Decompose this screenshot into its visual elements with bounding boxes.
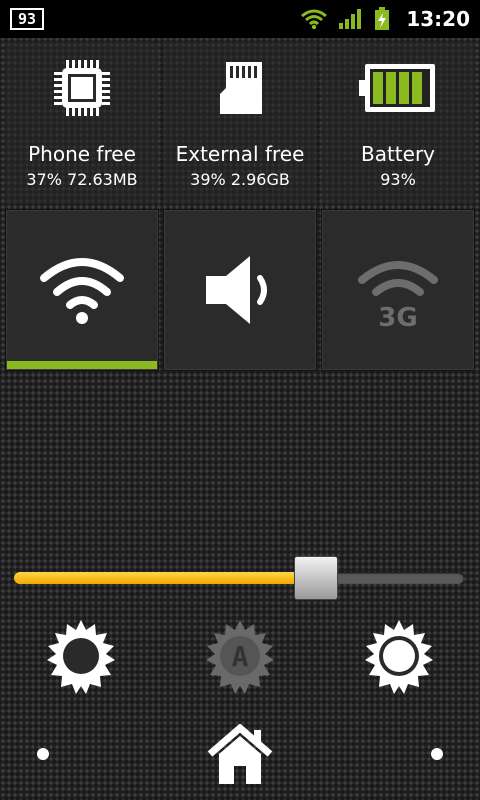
- status-bar: 93 13:20: [0, 0, 480, 38]
- home-icon[interactable]: [207, 724, 273, 786]
- battery-charging-icon: [375, 7, 390, 30]
- sd-card-icon: [220, 62, 262, 114]
- mobile-data-toggle[interactable]: 3G: [321, 209, 475, 371]
- stat-title: Phone free: [28, 142, 136, 166]
- stat-phone-free[interactable]: Phone free 37% 72.63MB: [5, 42, 159, 204]
- notification-count-icon[interactable]: 93: [10, 8, 44, 30]
- stat-battery[interactable]: Battery 93%: [321, 42, 475, 204]
- brightness-auto-icon[interactable]: A: [202, 618, 278, 694]
- stat-title: Battery: [360, 142, 436, 166]
- chip-icon: [54, 60, 110, 116]
- wifi-icon: [40, 258, 124, 324]
- wifi-toggle[interactable]: [5, 209, 159, 371]
- brightness-slider-thumb[interactable]: [293, 556, 338, 600]
- notification-count: 93: [18, 10, 36, 28]
- sound-toggle[interactable]: [163, 209, 317, 371]
- brightness-slider-track[interactable]: [14, 572, 464, 584]
- stat-external-free[interactable]: External free 39% 2.96GB: [163, 42, 317, 204]
- status-time: 13:20: [406, 7, 470, 31]
- wifi-on-indicator: [7, 361, 157, 369]
- 3g-icon: 3G: [358, 261, 438, 330]
- page-dot-left: [37, 748, 49, 760]
- svg-text:3G: 3G: [378, 303, 417, 330]
- wifi-signal-icon: [301, 9, 328, 30]
- stat-title: External free: [175, 142, 305, 166]
- brightness-high-icon[interactable]: [361, 618, 437, 694]
- brightness-slider-fill: [14, 572, 316, 584]
- brightness-low-icon[interactable]: [43, 618, 119, 694]
- stat-value: 37% 72.63MB: [26, 170, 138, 189]
- stat-value: 93%: [380, 170, 416, 189]
- page-dot-right: [431, 748, 443, 760]
- battery-icon: [359, 64, 435, 112]
- cell-signal-icon: [339, 9, 362, 29]
- volume-icon: [206, 256, 267, 324]
- stat-value: 39% 2.96GB: [190, 170, 290, 189]
- svg-text:A: A: [232, 640, 249, 673]
- stats-row: Phone free 37% 72.63MB External free 39%…: [0, 38, 480, 208]
